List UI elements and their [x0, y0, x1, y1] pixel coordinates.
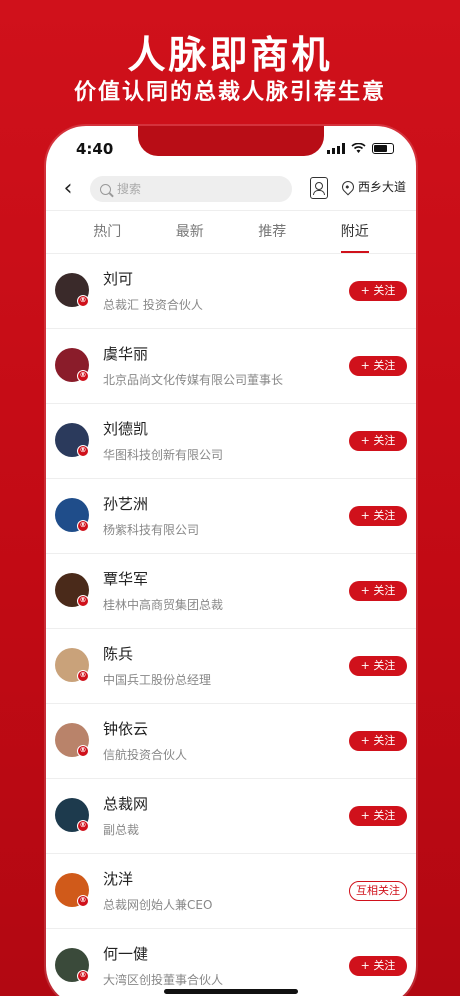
contacts-icon[interactable]: [310, 177, 328, 199]
list-item[interactable]: ® 覃华军桂林中高商贸集团总裁 + 关注: [46, 554, 416, 629]
tab-recommend[interactable]: 推荐: [258, 211, 286, 253]
home-indicator[interactable]: [164, 989, 298, 994]
follow-button[interactable]: + 关注: [349, 356, 407, 376]
verified-badge-icon: ®: [77, 670, 89, 682]
follow-button[interactable]: + 关注: [349, 431, 407, 451]
list-item[interactable]: ® 何一健大湾区创投董事合伙人 + 关注: [46, 929, 416, 996]
hero-title: 人脉即商机: [127, 33, 333, 77]
person-name: 孙艺洲: [103, 495, 149, 513]
list-item[interactable]: ® 孙艺洲杨紫科技有限公司 + 关注: [46, 479, 416, 554]
list-item[interactable]: ® 陈兵中国兵工股份总经理 + 关注: [46, 629, 416, 704]
verified-badge-icon: ®: [77, 970, 89, 982]
person-title: 桂林中高商贸集团总裁: [103, 598, 224, 612]
person-title: 信航投资合伙人: [103, 748, 188, 762]
follow-button[interactable]: + 关注: [349, 806, 407, 826]
person-title: 总裁网创始人兼CEO: [103, 898, 213, 912]
tab-nearby[interactable]: 附近: [340, 211, 369, 253]
search-icon: [100, 183, 111, 195]
list-item[interactable]: ® 刘可总裁汇 投资合伙人 + 关注: [46, 254, 416, 329]
hero-subtitle: 价值认同的总裁人脉引荐生意: [73, 80, 386, 105]
person-title: 中国兵工股份总经理: [103, 673, 212, 687]
verified-badge-icon: ®: [77, 520, 89, 532]
verified-badge-icon: ®: [77, 595, 89, 607]
person-name: 何一健: [103, 945, 149, 963]
person-name: 陈兵: [103, 645, 134, 663]
tab-bar: 热门 最新 推荐 附近: [46, 210, 416, 254]
verified-badge-icon: ®: [77, 745, 89, 757]
notch: [138, 126, 324, 156]
verified-badge-icon: ®: [77, 820, 89, 832]
follow-button[interactable]: + 关注: [349, 581, 407, 601]
signal-icon: [327, 143, 345, 154]
wifi-icon: [351, 143, 366, 153]
list-item[interactable]: ® 钟依云信航投资合伙人 + 关注: [46, 704, 416, 779]
search-input[interactable]: [117, 182, 267, 196]
list-item[interactable]: ® 刘德凯华图科技创新有限公司 + 关注: [46, 404, 416, 479]
follow-button[interactable]: + 关注: [349, 656, 407, 676]
follow-button[interactable]: + 关注: [349, 731, 407, 751]
person-name: 覃华军: [103, 570, 149, 588]
person-title: 大湾区创投董事合伙人: [103, 973, 224, 987]
follow-button[interactable]: + 关注: [349, 506, 407, 526]
person-title: 北京品尚文化传媒有限公司董事长: [103, 373, 284, 387]
person-name: 钟依云: [103, 720, 149, 738]
list-item[interactable]: ® 总裁网副总裁 + 关注: [46, 779, 416, 854]
battery-icon: [372, 143, 394, 154]
location-selector[interactable]: 西乡大道: [339, 178, 407, 195]
verified-badge-icon: ®: [77, 370, 89, 382]
person-name: 刘可: [103, 270, 134, 288]
location-pin-icon: [339, 178, 357, 195]
phone-frame: 4:40 ‹ 西乡大道 热门 最新 推荐 附近 ® 刘可总裁汇 投资合伙人 + 关注…: [46, 126, 416, 996]
person-name: 总裁网: [103, 795, 149, 813]
search-bar[interactable]: [90, 176, 292, 202]
status-icons: [327, 143, 394, 154]
person-title: 副总裁: [103, 823, 140, 837]
person-name: 虞华丽: [103, 345, 149, 363]
follow-button[interactable]: + 关注: [349, 281, 407, 301]
mutual-follow-button[interactable]: 互相关注: [349, 881, 407, 901]
back-button[interactable]: ‹: [56, 176, 80, 201]
tab-latest[interactable]: 最新: [176, 211, 204, 253]
navbar: ‹ 西乡大道: [46, 170, 416, 210]
person-title: 杨紫科技有限公司: [103, 523, 200, 537]
list-item[interactable]: ® 沈洋总裁网创始人兼CEO 互相关注: [46, 854, 416, 929]
tab-hot[interactable]: 热门: [93, 211, 121, 253]
person-name: 沈洋: [103, 870, 134, 888]
person-name: 刘德凯: [103, 420, 149, 438]
person-title: 总裁汇 投资合伙人: [103, 298, 203, 312]
people-list: ® 刘可 总裁汇 投资合伙人 + 关注 ® 虞华丽 北京品尚文化传媒有限公司董事长 + 关注 ®…: [46, 254, 416, 996]
status-time: 4:40: [76, 140, 114, 158]
list-item[interactable]: ® 虞华丽北京品尚文化传媒有限公司董事长 + 关注: [46, 329, 416, 404]
location-label: 西乡大道: [358, 180, 407, 194]
verified-badge-icon: ®: [77, 445, 89, 457]
follow-button[interactable]: + 关注: [349, 956, 407, 976]
verified-badge-icon: ®: [77, 295, 89, 307]
verified-badge-icon: ®: [77, 895, 89, 907]
person-title: 华图科技创新有限公司: [103, 448, 224, 462]
